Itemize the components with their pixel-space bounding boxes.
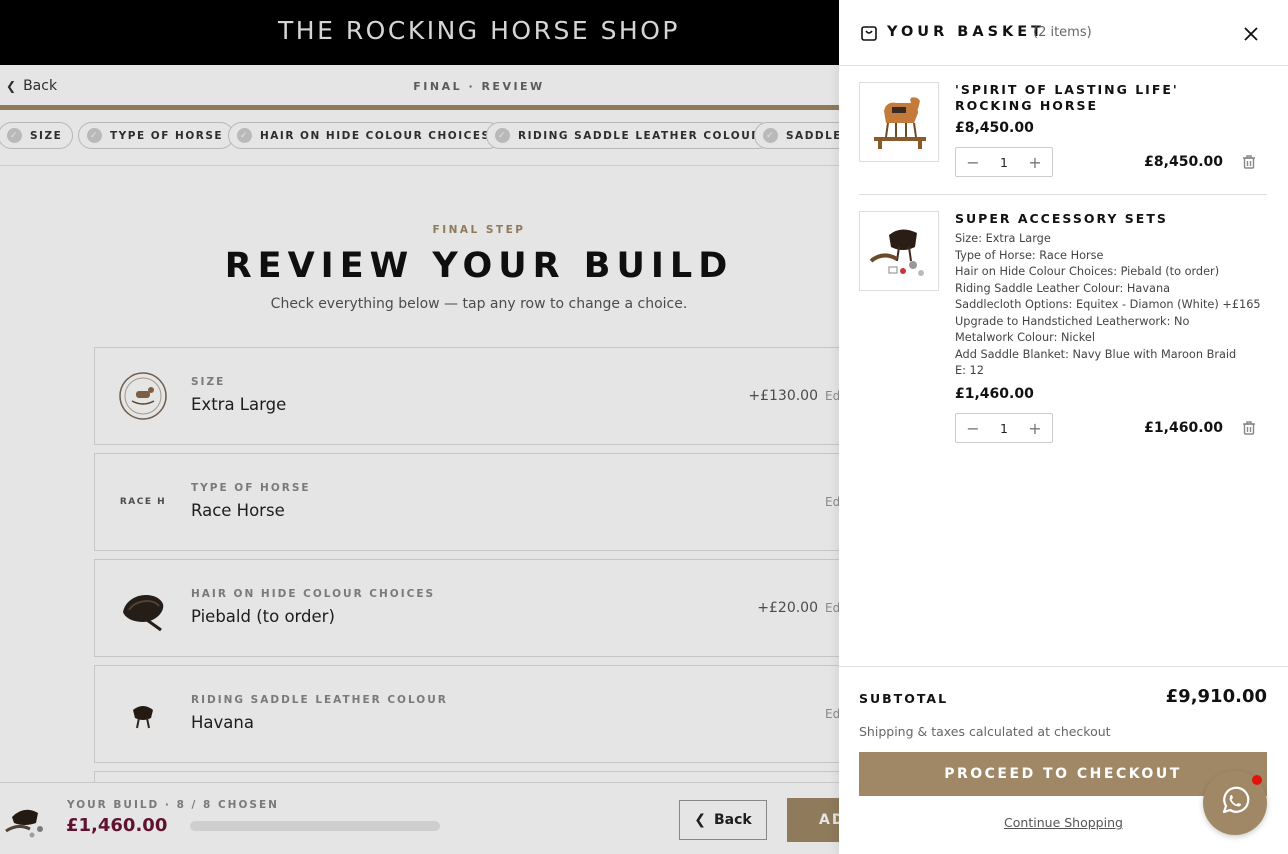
- shipping-note: Shipping & taxes calculated at checkout: [859, 724, 1111, 739]
- basket-item: ~ 'SPIRIT OF LASTING LIFE' ROCKING HORSE…: [859, 82, 1267, 182]
- minus-icon[interactable]: −: [962, 417, 984, 439]
- basket-title: YOUR BASKET: [887, 24, 1046, 40]
- item-option: Saddlecloth Options: Equitex - Diamon (W…: [955, 298, 1261, 311]
- item-unit-price: £1,460.00: [955, 386, 1034, 402]
- trash-icon[interactable]: [1241, 154, 1257, 170]
- quantity-stepper: − 1 +: [955, 147, 1053, 177]
- item-option: Upgrade to Handstiched Leatherwork: No: [955, 314, 1190, 328]
- item-thumbnail[interactable]: [859, 211, 939, 291]
- subtotal-value: £9,910.00: [1165, 686, 1267, 707]
- item-option: Riding Saddle Leather Colour: Havana: [955, 281, 1171, 295]
- subtotal-label: SUBTOTAL: [859, 691, 949, 706]
- item-option: Add Saddle Blanket: Navy Blue with Maroo…: [955, 347, 1237, 361]
- basket-drawer: YOUR BASKET (2 items) ~ 'SPIRIT OF LASTI…: [839, 0, 1288, 854]
- trash-icon[interactable]: [1241, 420, 1257, 436]
- item-option: Size: Extra Large: [955, 232, 1051, 245]
- minus-icon[interactable]: −: [962, 151, 984, 173]
- notification-badge: [1252, 775, 1262, 785]
- item-unit-price: £8,450.00: [955, 120, 1034, 136]
- item-options: Size: Extra Large Type of Horse: Race Ho…: [955, 231, 1267, 380]
- item-line-total: £1,460.00: [1144, 420, 1223, 436]
- item-divider: [859, 194, 1267, 195]
- item-option: E: 12: [955, 364, 984, 377]
- item-thumbnail[interactable]: ~: [859, 82, 939, 162]
- quantity-value[interactable]: 1: [1000, 421, 1008, 436]
- item-option: Type of Horse: Race Horse: [955, 248, 1104, 262]
- item-option: Metalwork Colour: Nickel: [955, 331, 1095, 344]
- basket-item: SUPER ACCESSORY SETS Size: Extra Large T…: [859, 211, 1267, 451]
- item-line-total: £8,450.00: [1144, 154, 1223, 170]
- item-title[interactable]: 'SPIRIT OF LASTING LIFE' ROCKING HORSE: [955, 82, 1255, 114]
- quantity-stepper: − 1 +: [955, 413, 1053, 443]
- basket-count: (2 items): [1033, 25, 1092, 40]
- basket-header: YOUR BASKET (2 items): [839, 0, 1288, 66]
- plus-icon[interactable]: +: [1024, 417, 1046, 439]
- whatsapp-icon: [1218, 784, 1252, 822]
- svg-text:~: ~: [910, 95, 914, 101]
- item-title[interactable]: SUPER ACCESSORY SETS: [955, 211, 1255, 227]
- close-icon[interactable]: [1239, 22, 1263, 46]
- quantity-value[interactable]: 1: [1000, 155, 1008, 170]
- item-option: Hair on Hide Colour Choices: Piebald (to…: [955, 265, 1220, 278]
- plus-icon[interactable]: +: [1024, 151, 1046, 173]
- bag-icon: [860, 24, 878, 46]
